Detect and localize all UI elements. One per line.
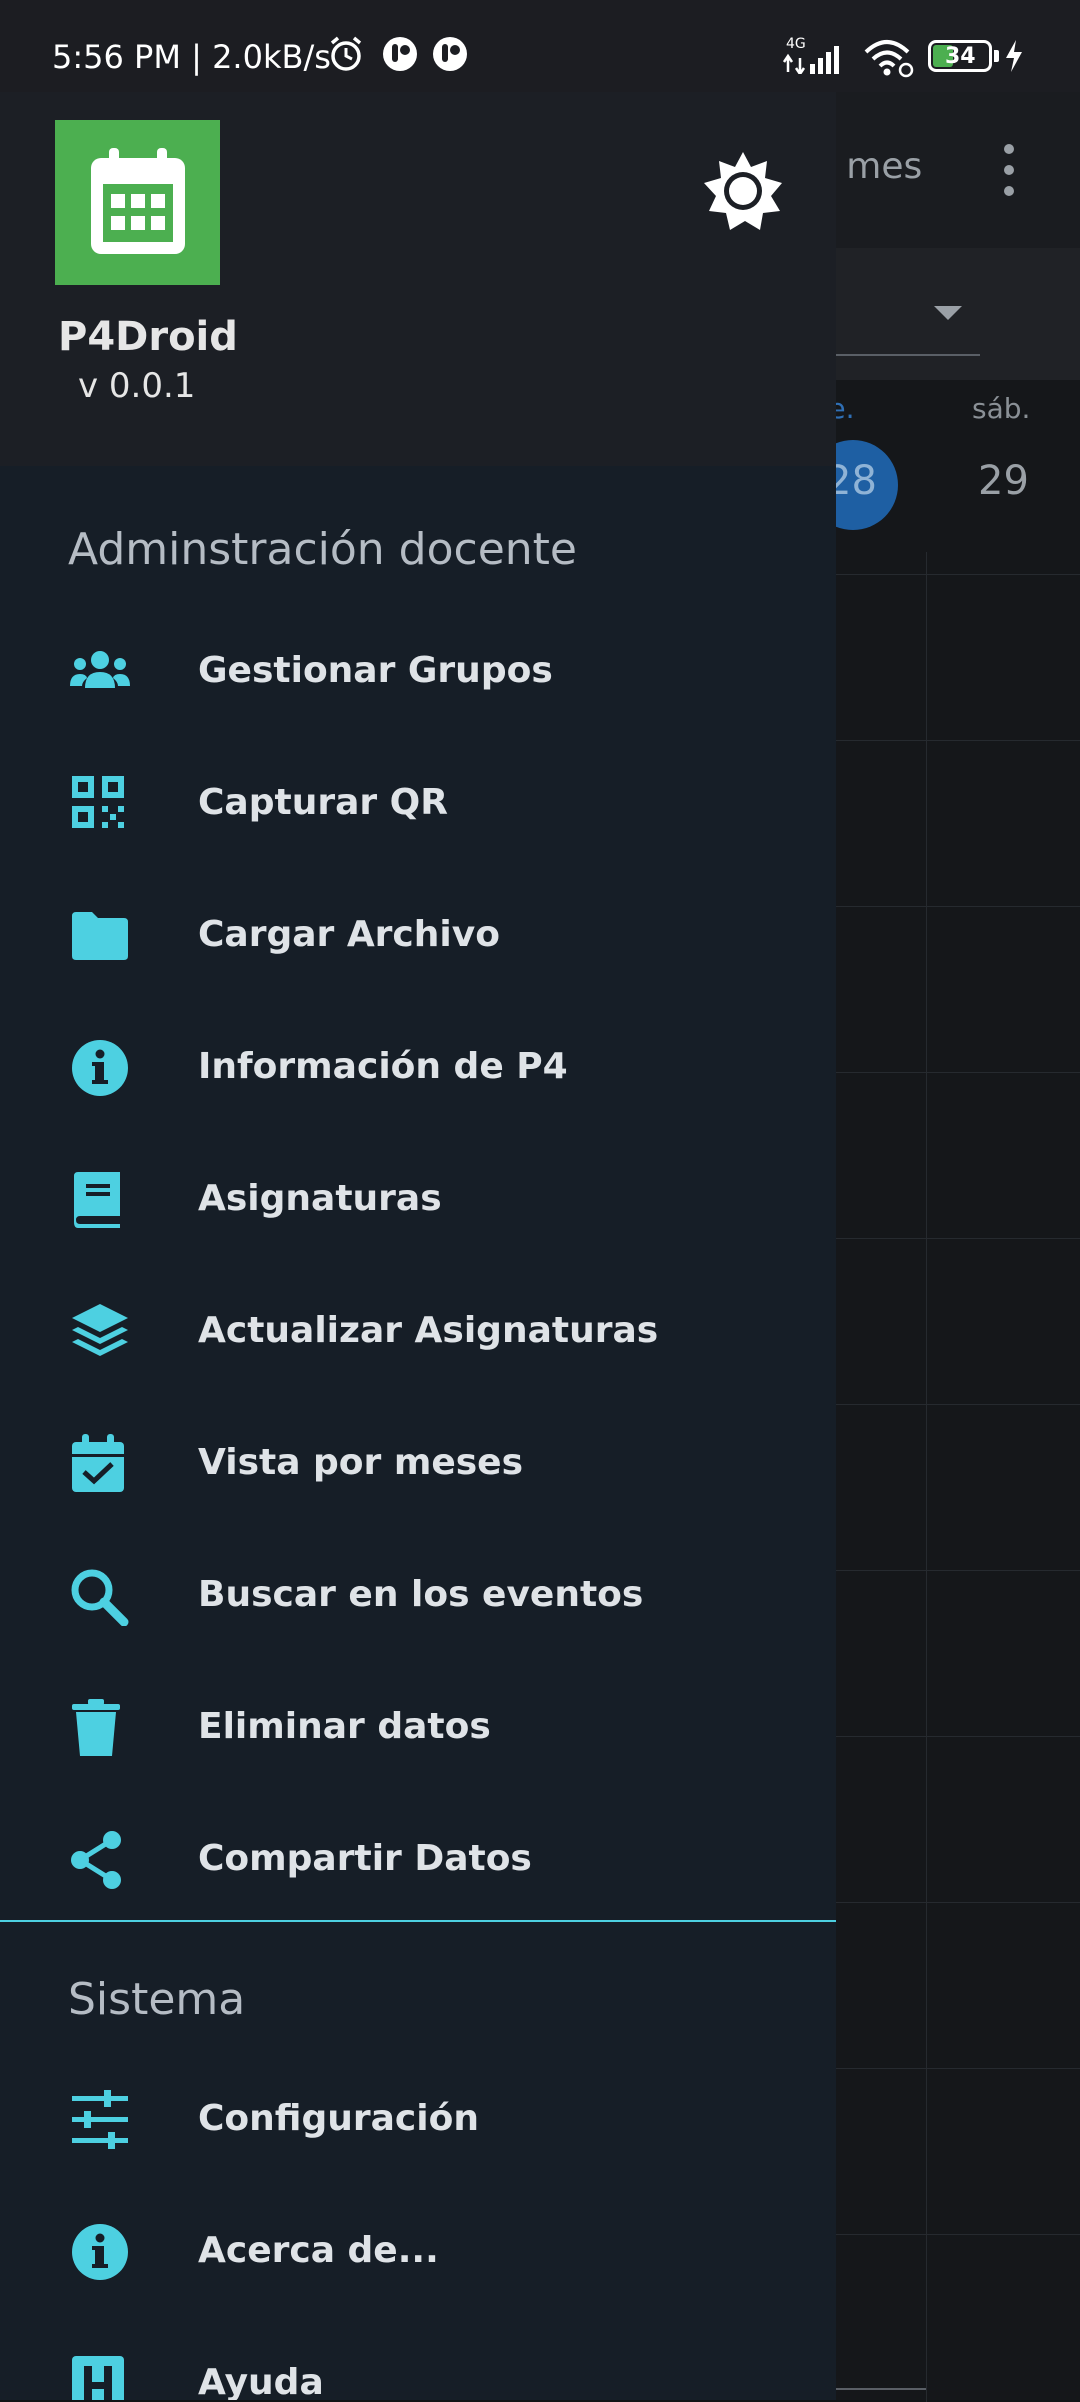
- battery-level: 34: [945, 44, 976, 69]
- trash-icon: [72, 1699, 120, 1756]
- menu-item-eliminar-datos[interactable]: Eliminar datos: [0, 1662, 836, 1794]
- chevron-down-icon: [934, 306, 962, 320]
- app-version: v 0.0.1: [78, 366, 196, 406]
- info-icon: [72, 2224, 128, 2280]
- section-divider: [0, 1920, 836, 1922]
- menu-item-cargar-archivo[interactable]: Cargar Archivo: [0, 870, 836, 1002]
- share-icon: [71, 1831, 121, 1889]
- menu-item-capturar-qr[interactable]: Capturar QR: [0, 738, 836, 870]
- menu-item-informacion-p4[interactable]: Información de P4: [0, 1002, 836, 1134]
- menu-item-buscar-eventos[interactable]: Buscar en los eventos: [0, 1530, 836, 1662]
- qr-code-icon: [72, 776, 124, 828]
- calendar-icon: [91, 148, 185, 254]
- menu-label: Información de P4: [198, 1046, 568, 1087]
- status-time: 5:56 PM | 2.0kB/s: [52, 38, 331, 76]
- menu-label: Gestionar Grupos: [198, 650, 553, 691]
- menu-label: Vista por meses: [198, 1442, 524, 1483]
- day-label: sáb.: [972, 392, 1031, 425]
- signal-icon: [782, 46, 839, 74]
- folder-icon: [72, 912, 128, 960]
- battery-icon: 34: [928, 40, 992, 72]
- menu-item-asignaturas[interactable]: Asignaturas: [0, 1134, 836, 1266]
- menu-item-configuracion[interactable]: Configuración: [0, 2054, 836, 2186]
- app-notification-icon: [433, 37, 467, 71]
- theme-toggle-sun-icon[interactable]: [700, 148, 786, 234]
- status-bar: 5:56 PM | 2.0kB/s 4G 34: [0, 0, 1080, 92]
- layers-icon: [72, 1304, 128, 1356]
- more-options-icon[interactable]: [1004, 144, 1016, 196]
- menu-label: Capturar QR: [198, 782, 448, 823]
- menu-label: Ayuda: [198, 2362, 324, 2400]
- menu-label: Eliminar datos: [198, 1706, 491, 1747]
- menu-label: Configuración: [198, 2098, 479, 2139]
- calendar-check-icon: [72, 1434, 124, 1492]
- search-icon: [71, 1569, 129, 1626]
- menu-label: Actualizar Asignaturas: [198, 1310, 659, 1351]
- app-notification-icon: [383, 37, 417, 71]
- book-icon: [74, 1172, 120, 1228]
- date-number[interactable]: 29: [978, 458, 1029, 504]
- alarm-icon: [330, 36, 362, 71]
- app-logo: [55, 120, 220, 285]
- menu-item-gestionar-grupos[interactable]: Gestionar Grupos: [0, 606, 836, 738]
- menu-item-ayuda[interactable]: Ayuda: [0, 2318, 836, 2400]
- app-name: P4Droid: [58, 314, 238, 360]
- menu-label: Acerca de...: [198, 2230, 439, 2271]
- menu-item-compartir-datos[interactable]: Compartir Datos: [0, 1794, 836, 1926]
- section-title-admin: Adminstración docente: [68, 524, 577, 575]
- menu-label: Asignaturas: [198, 1178, 442, 1219]
- menu-label: Cargar Archivo: [198, 914, 500, 955]
- menu-label: Buscar en los eventos: [198, 1574, 644, 1615]
- menu-item-acerca-de[interactable]: Acerca de...: [0, 2186, 836, 2318]
- help-h-icon: [72, 2356, 124, 2400]
- sliders-icon: [72, 2090, 128, 2149]
- section-title-sistema: Sistema: [68, 1974, 246, 2025]
- info-icon: [72, 1040, 128, 1096]
- menu-item-actualizar-asignaturas[interactable]: Actualizar Asignaturas: [0, 1266, 836, 1398]
- menu-item-vista-por-meses[interactable]: Vista por meses: [0, 1398, 836, 1530]
- navigation-drawer[interactable]: P4Droid v 0.0.1 Adminstración docente Ge…: [0, 92, 836, 2400]
- charging-icon: [1006, 40, 1022, 72]
- drawer-header: P4Droid v 0.0.1: [0, 92, 836, 466]
- wifi-icon: [864, 40, 914, 78]
- menu-label: Compartir Datos: [198, 1838, 532, 1879]
- group-icon: [70, 651, 130, 688]
